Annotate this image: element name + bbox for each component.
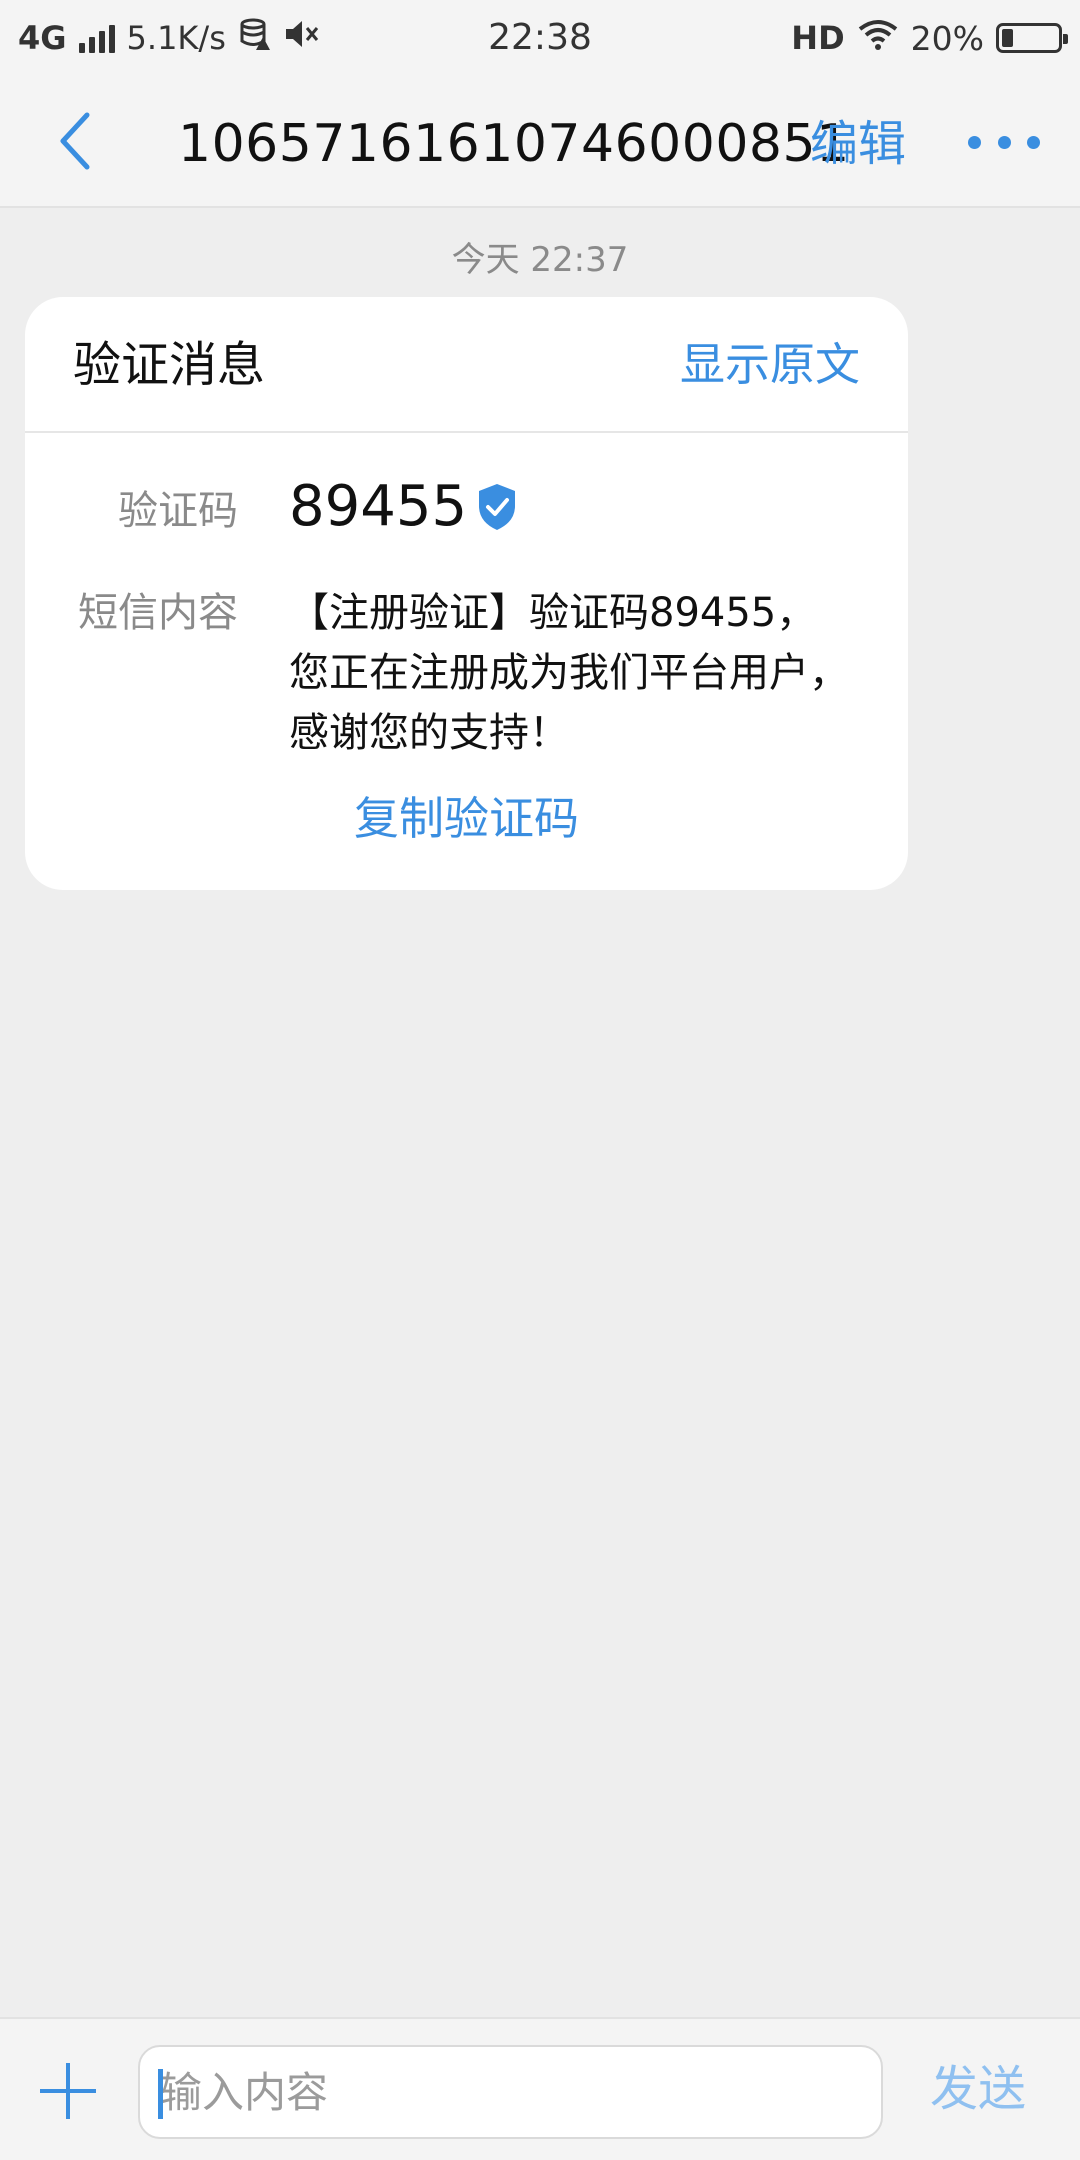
status-bar: 4G 5.1K/s 22:38 HD 20% xyxy=(0,0,1080,76)
battery-percent: 20% xyxy=(910,18,984,58)
content-label: 短信内容 xyxy=(78,590,238,636)
edit-button[interactable]: 编辑 xyxy=(810,112,906,176)
copy-code-button[interactable]: 复制验证码 xyxy=(25,787,908,851)
code-value-row: 89455 xyxy=(289,471,519,543)
conversation-header: 10657161610746000851 编辑 xyxy=(0,76,1080,208)
sender-number: 10657161610746000851 xyxy=(178,114,850,174)
card-title: 验证消息 xyxy=(73,337,266,393)
more-dot xyxy=(997,135,1011,149)
chevron-left-icon xyxy=(60,112,90,170)
verified-shield-icon xyxy=(479,484,516,530)
compose-bar: 输入内容 发送 xyxy=(0,2017,1080,2160)
verification-message-card: 验证消息 显示原文 验证码 89455 短信内容 【注册验证】验证码89455，… xyxy=(25,297,908,890)
more-dot xyxy=(1027,135,1040,149)
verification-code: 89455 xyxy=(289,474,468,539)
battery-icon xyxy=(996,23,1068,53)
back-button[interactable] xyxy=(40,106,110,176)
message-content: 【注册验证】验证码89455，您正在注册成为我们平台用户，感谢您的支持！ xyxy=(289,590,849,756)
status-right: HD 20% xyxy=(791,14,1068,62)
text-cursor xyxy=(158,2069,163,2119)
message-input[interactable]: 输入内容 xyxy=(138,2045,883,2139)
show-original-button[interactable]: 显示原文 xyxy=(680,335,860,395)
more-button[interactable] xyxy=(968,114,1040,170)
plus-icon[interactable] xyxy=(38,2061,98,2121)
send-button[interactable]: 发送 xyxy=(930,2057,1026,2121)
code-label: 验证码 xyxy=(118,488,238,534)
card-header: 验证消息 显示原文 xyxy=(25,297,908,433)
input-placeholder: 输入内容 xyxy=(160,2068,329,2117)
message-timestamp: 今天 22:37 xyxy=(451,240,629,280)
hd-indicator: HD xyxy=(791,19,845,57)
battery-level xyxy=(1002,29,1013,47)
more-dots-icon xyxy=(968,135,981,149)
wifi-icon xyxy=(857,17,899,59)
